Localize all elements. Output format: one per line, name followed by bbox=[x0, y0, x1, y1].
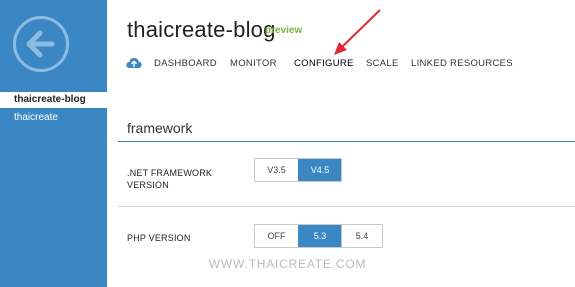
tab-monitor[interactable]: MONITOR bbox=[230, 58, 277, 69]
sidebar-item-thaicreate[interactable]: thaicreate bbox=[0, 110, 107, 126]
php-option-off[interactable]: OFF bbox=[255, 225, 298, 247]
back-arrow-icon bbox=[26, 30, 55, 58]
net-option-v35[interactable]: V3.5 bbox=[255, 159, 298, 181]
tab-linked-resources[interactable]: LINKED RESOURCES bbox=[411, 58, 513, 69]
tab-dashboard[interactable]: DASHBOARD bbox=[154, 58, 217, 69]
sidebar-item-thaicreate-blog[interactable]: thaicreate-blog bbox=[0, 92, 107, 108]
preview-badge: preview bbox=[265, 25, 303, 36]
page-title: thaicreate-blog bbox=[127, 17, 276, 42]
tab-scale[interactable]: SCALE bbox=[366, 58, 399, 69]
sidebar: thaicreate-blog thaicreate bbox=[0, 0, 107, 287]
net-framework-label: .NET FRAMEWORK VERSION bbox=[127, 168, 213, 190]
php-version-toggle: OFF 5.3 5.4 bbox=[254, 224, 383, 248]
row-divider bbox=[118, 206, 575, 207]
cloud-upload-icon[interactable] bbox=[126, 57, 142, 69]
net-option-v45[interactable]: V4.5 bbox=[298, 159, 341, 181]
net-framework-toggle: V3.5 V4.5 bbox=[254, 158, 342, 182]
section-title: framework bbox=[127, 120, 193, 136]
php-version-label: PHP VERSION bbox=[127, 233, 191, 243]
php-option-53[interactable]: 5.3 bbox=[298, 225, 341, 247]
php-option-54[interactable]: 5.4 bbox=[341, 225, 382, 247]
section-divider bbox=[118, 141, 575, 142]
back-button[interactable] bbox=[13, 16, 69, 72]
tab-configure[interactable]: CONFIGURE bbox=[294, 58, 354, 69]
watermark: WWW.THAICREATE.COM bbox=[208, 257, 367, 271]
